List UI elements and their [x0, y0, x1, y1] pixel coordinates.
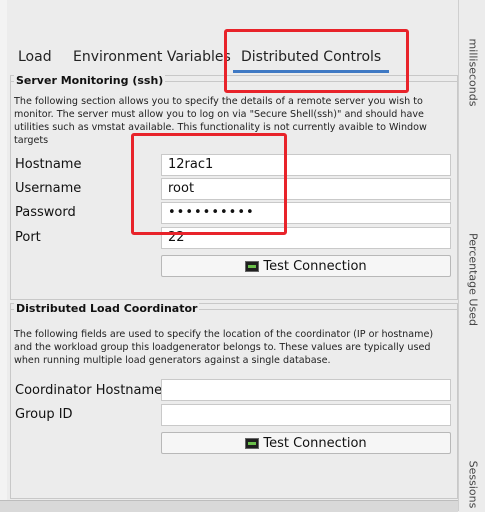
username-input[interactable]: root [161, 178, 451, 200]
coordinator-hostname-input[interactable] [161, 379, 451, 401]
port-input[interactable]: 22 [161, 227, 451, 249]
test-connection-label: Test Connection [263, 258, 367, 274]
hostname-label: Hostname [15, 157, 82, 172]
tab-distributed-controls[interactable]: Distributed Controls [232, 46, 390, 73]
tab-load[interactable]: Load [18, 46, 52, 70]
sidebar-label-sessions: Sessions [466, 460, 479, 509]
password-label: Password [15, 205, 76, 220]
test-connection-button[interactable]: Test Connection [161, 255, 451, 277]
server-monitoring-section: Server Monitoring (ssh) The following se… [10, 74, 458, 300]
settings-panel: Load Environment Variables Distributed C… [7, 0, 458, 500]
tab-environment-variables[interactable]: Environment Variables [73, 46, 231, 70]
coordinator-hostname-label: Coordinator Hostname [15, 383, 163, 398]
username-label: Username [15, 181, 82, 196]
hostname-input[interactable]: 12rac1 [161, 154, 451, 176]
distributed-load-description: The following fields are used to specify… [14, 329, 434, 366]
distributed-load-section: Distributed Load Coordinator The followi… [10, 302, 458, 499]
sidebar-label-milliseconds: milliseconds [466, 38, 479, 107]
group-id-input[interactable] [161, 404, 451, 426]
monitor-icon [245, 260, 260, 272]
port-label: Port [15, 230, 41, 245]
server-monitoring-description: The following section allows you to spec… [14, 96, 427, 146]
tab-bar: Load Environment Variables Distributed C… [7, 42, 458, 73]
group-id-label: Group ID [15, 407, 73, 422]
test-connection-label: Test Connection [263, 435, 367, 451]
password-input[interactable]: •••••••••• [161, 202, 451, 224]
server-monitoring-title: Server Monitoring (ssh) [14, 74, 166, 87]
monitor-icon [245, 437, 260, 449]
right-sidebar: milliseconds Percentage Used Sessions [458, 0, 485, 511]
test-connection-button[interactable]: Test Connection [161, 432, 451, 454]
distributed-load-title: Distributed Load Coordinator [14, 302, 200, 315]
bottom-scroll-strip [0, 500, 458, 512]
sidebar-label-percentage-used: Percentage Used [466, 233, 479, 326]
